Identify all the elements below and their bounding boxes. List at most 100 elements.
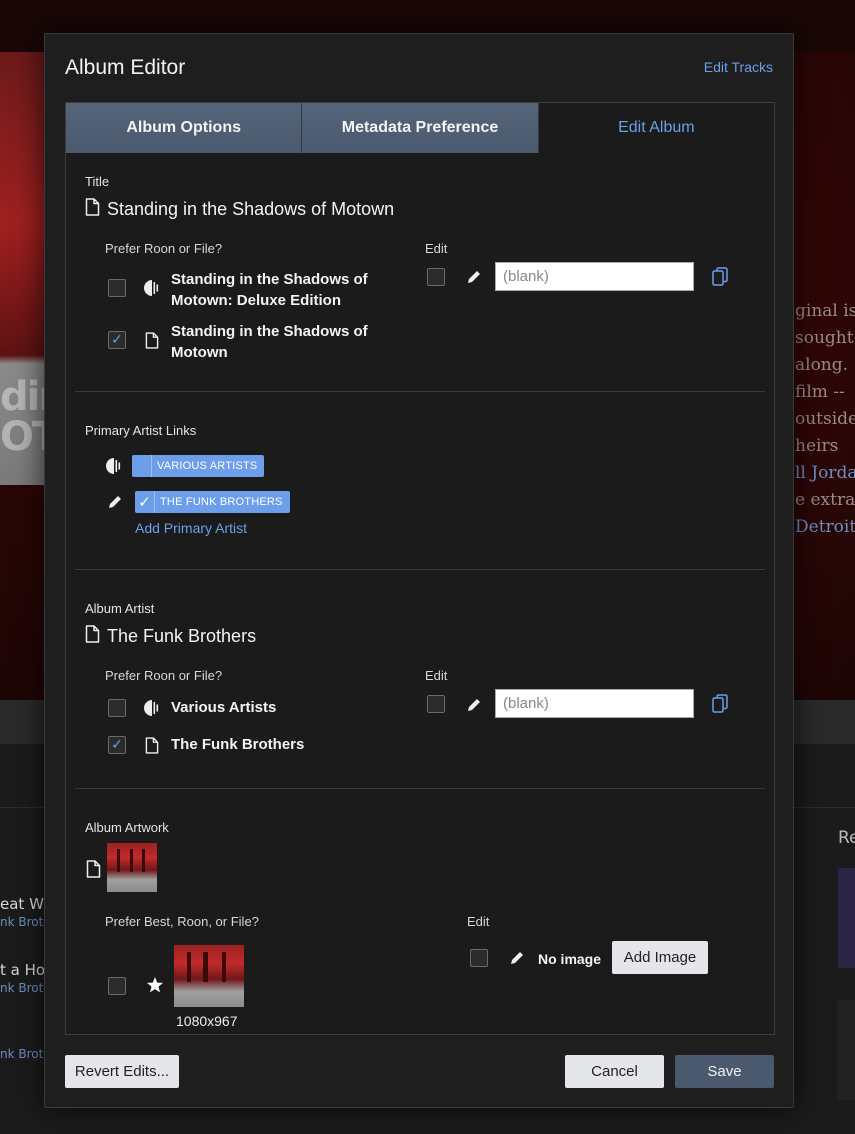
album-artist-edit-checkbox[interactable] <box>427 695 445 713</box>
dialog-title: Album Editor <box>65 56 186 79</box>
title-file-line-1: Standing in the Shadows of <box>171 323 368 340</box>
title-roon-line-2: Motown: Deluxe Edition <box>171 292 341 309</box>
album-artist-value-text: The Funk Brothers <box>107 626 257 646</box>
copy-icon[interactable] <box>712 267 728 290</box>
title-file-text: Standing in the Shadows of Motown <box>171 321 391 363</box>
prose-line: along. <box>795 355 849 375</box>
background-review-text: ginal is sought along. film -- outside h… <box>795 298 855 541</box>
album-artist-roon-checkbox[interactable] <box>108 699 126 717</box>
add-primary-artist-link[interactable]: Add Primary Artist <box>135 520 247 536</box>
prose-line: e extra <box>795 490 855 510</box>
prose-line: ginal is <box>795 301 855 321</box>
prose-line: film -- <box>795 382 845 402</box>
pencil-icon <box>466 269 482 289</box>
background-album-cover: ding OT <box>0 52 93 485</box>
tab-bar: Album Options Metadata Preference Edit A… <box>66 103 774 153</box>
save-button[interactable]: Save <box>675 1055 774 1088</box>
section-divider <box>75 788 765 789</box>
check-mark-icon: ✓ <box>138 494 151 511</box>
title-file-checkbox[interactable]: ✓ <box>108 331 126 349</box>
album-artist-edit-label: Edit <box>425 668 448 683</box>
album-artist-edit-input[interactable] <box>495 689 694 718</box>
background-track-artist[interactable]: nk Brot <box>0 981 46 1027</box>
star-icon <box>146 976 164 998</box>
pencil-icon <box>466 697 482 717</box>
album-artist-file-checkbox[interactable]: ✓ <box>108 736 126 754</box>
revert-edits-button[interactable]: Revert Edits... <box>65 1055 179 1088</box>
file-icon <box>144 736 160 754</box>
no-image-text: No image <box>538 951 602 967</box>
primary-artist-label: Primary Artist Links <box>85 423 197 438</box>
album-artwork-label: Album Artwork <box>85 820 169 835</box>
prose-line: sought <box>795 328 854 348</box>
tab-edit-album[interactable]: Edit Album <box>539 103 774 153</box>
title-value-text: Standing in the Shadows of Motown <box>107 199 395 219</box>
album-artist-file-text: The Funk Brothers <box>171 736 305 753</box>
background-track-list: eat W nk Brot t a Hol nk Brot nk Brot <box>0 895 46 1093</box>
title-option-roon: Standing in the Shadows of Motown: Delux… <box>108 269 391 311</box>
section-divider <box>75 569 765 570</box>
title-file-line-2: Motown <box>171 344 228 361</box>
background-right-heading: Re <box>838 828 855 848</box>
tab-album-options[interactable]: Album Options <box>66 103 303 153</box>
album-artist-roon-text: Various Artists <box>171 699 277 716</box>
tab-metadata-preference[interactable]: Metadata Preference <box>302 103 539 153</box>
title-roon-line-1: Standing in the Shadows of <box>171 271 368 288</box>
title-section-label: Title <box>85 174 110 189</box>
current-artwork-thumbnail <box>107 843 157 892</box>
album-editor-dialog: Album Editor Edit Tracks Album Options M… <box>44 33 794 1108</box>
background-track-title[interactable]: t a Hol <box>0 961 46 981</box>
file-icon <box>85 625 100 648</box>
chip-label: VARIOUS ARTISTS <box>157 460 258 472</box>
title-current-value: Standing in the Shadows of Motown <box>85 198 394 221</box>
roon-icon <box>144 699 160 717</box>
title-edit-label: Edit <box>425 241 448 256</box>
roon-icon <box>106 457 122 479</box>
album-artist-option-roon: Various Artists <box>108 699 276 717</box>
title-option-file: ✓ Standing in the Shadows of Motown <box>108 321 391 363</box>
file-icon <box>85 198 100 221</box>
edit-tracks-link[interactable]: Edit Tracks <box>704 59 773 75</box>
roon-icon <box>144 279 160 297</box>
cancel-button[interactable]: Cancel <box>565 1055 664 1088</box>
artwork-best-checkbox[interactable] <box>108 977 126 995</box>
section-divider <box>75 391 765 392</box>
background-right-column: Re <box>838 828 855 848</box>
artist-chip-the-funk-brothers[interactable]: ✓ THE FUNK BROTHERS <box>135 491 290 513</box>
title-prefer-label: Prefer Roon or File? <box>105 241 223 256</box>
title-edit-checkbox[interactable] <box>427 268 445 286</box>
prose-line: outside <box>795 409 855 429</box>
artwork-prefer-label: Prefer Best, Roon, or File? <box>105 914 259 929</box>
artist-chip-various-artists[interactable]: VARIOUS ARTISTS <box>132 455 265 477</box>
prose-link[interactable]: ll Jorda <box>795 460 855 487</box>
background-track-title[interactable]: eat W <box>0 895 46 915</box>
file-icon <box>86 860 101 882</box>
artwork-edit-label: Edit <box>467 914 490 929</box>
background-track-title[interactable] <box>0 1027 46 1047</box>
title-roon-text: Standing in the Shadows of Motown: Delux… <box>171 269 391 311</box>
prose-link[interactable]: Detroit <box>795 514 855 541</box>
copy-icon[interactable] <box>712 694 728 717</box>
title-edit-input[interactable] <box>495 262 694 291</box>
best-artwork-thumbnail[interactable] <box>174 945 244 1007</box>
add-image-button[interactable]: Add Image <box>612 941 708 974</box>
album-artist-prefer-label: Prefer Roon or File? <box>105 668 223 683</box>
background-track-artist[interactable]: nk Brot <box>0 915 46 961</box>
background-thumbnail[interactable] <box>838 868 855 968</box>
pencil-icon <box>107 494 123 514</box>
check-mark-icon: ✓ <box>111 737 123 753</box>
album-artist-label: Album Artist <box>85 601 155 616</box>
chip-checkbox[interactable]: ✓ <box>135 491 155 513</box>
album-artist-current-value: The Funk Brothers <box>85 625 256 648</box>
background-track-artist[interactable]: nk Brot <box>0 1047 46 1093</box>
artwork-edit-checkbox[interactable] <box>470 949 488 967</box>
editor-panel: Album Options Metadata Preference Edit A… <box>65 102 775 1035</box>
chip-label: THE FUNK BROTHERS <box>160 496 283 508</box>
title-roon-checkbox[interactable] <box>108 279 126 297</box>
background-thumbnail[interactable] <box>838 1000 855 1100</box>
pencil-icon <box>509 950 525 970</box>
album-artist-option-file: ✓ The Funk Brothers <box>108 736 304 754</box>
chip-checkbox[interactable] <box>132 455 152 477</box>
best-artwork-resolution: 1080x967 <box>176 1013 238 1029</box>
file-icon <box>144 331 160 349</box>
